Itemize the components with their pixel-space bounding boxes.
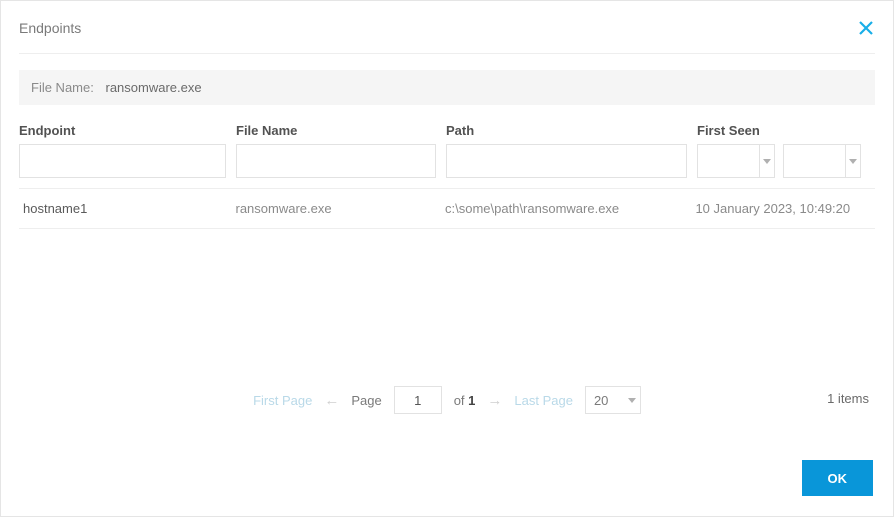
file-name-bar: File Name: ransomware.exe (19, 70, 875, 105)
ok-button[interactable]: OK (802, 460, 874, 496)
cell-endpoint: hostname1 (19, 201, 226, 216)
page-label: Page (351, 393, 381, 408)
filter-filename-input[interactable] (236, 144, 436, 178)
last-page-link[interactable]: Last Page (514, 393, 573, 408)
column-header-path[interactable]: Path (446, 123, 687, 144)
column-header-filename[interactable]: File Name (236, 123, 436, 144)
page-size-value: 20 (586, 387, 624, 413)
filter-firstseen-to[interactable] (783, 144, 861, 178)
chevron-down-icon[interactable] (845, 145, 860, 177)
dialog-title: Endpoints (19, 20, 81, 36)
cell-path: c:\some\path\ransomware.exe (445, 201, 685, 216)
cell-filename: ransomware.exe (236, 201, 436, 216)
items-count: 1 items (827, 391, 869, 406)
filter-endpoint-input[interactable] (19, 144, 226, 178)
next-page-icon[interactable]: → (487, 392, 502, 409)
close-icon[interactable] (857, 19, 875, 37)
endpoints-dialog: Endpoints File Name: ransomware.exe Endp… (0, 0, 894, 517)
page-size-select[interactable]: 20 (585, 386, 641, 414)
page-input[interactable] (394, 386, 442, 414)
pager: First Page ← Page of 1 → Last Page 20 (1, 386, 893, 414)
file-name-label: File Name: (31, 80, 94, 95)
of-label: of 1 (454, 393, 476, 408)
chevron-down-icon[interactable] (624, 387, 640, 413)
column-header-endpoint[interactable]: Endpoint (19, 123, 226, 144)
first-page-link[interactable]: First Page (253, 393, 312, 408)
chevron-down-icon[interactable] (759, 145, 774, 177)
file-name-value: ransomware.exe (105, 80, 201, 95)
column-header-firstseen[interactable]: First Seen (697, 123, 867, 144)
filter-firstseen-from-input[interactable] (698, 145, 759, 177)
filter-firstseen-from[interactable] (697, 144, 775, 178)
filter-path-input[interactable] (446, 144, 687, 178)
table-row[interactable]: hostname1 ransomware.exe c:\some\path\ra… (19, 188, 875, 229)
filter-firstseen-to-input[interactable] (784, 145, 845, 177)
table-body: hostname1 ransomware.exe c:\some\path\ra… (19, 188, 875, 229)
prev-page-icon[interactable]: ← (324, 392, 339, 409)
table-header: Endpoint File Name Path First Seen (19, 123, 875, 178)
dialog-header: Endpoints (19, 19, 875, 54)
cell-firstseen: 10 January 2023, 10:49:20 (695, 201, 875, 216)
